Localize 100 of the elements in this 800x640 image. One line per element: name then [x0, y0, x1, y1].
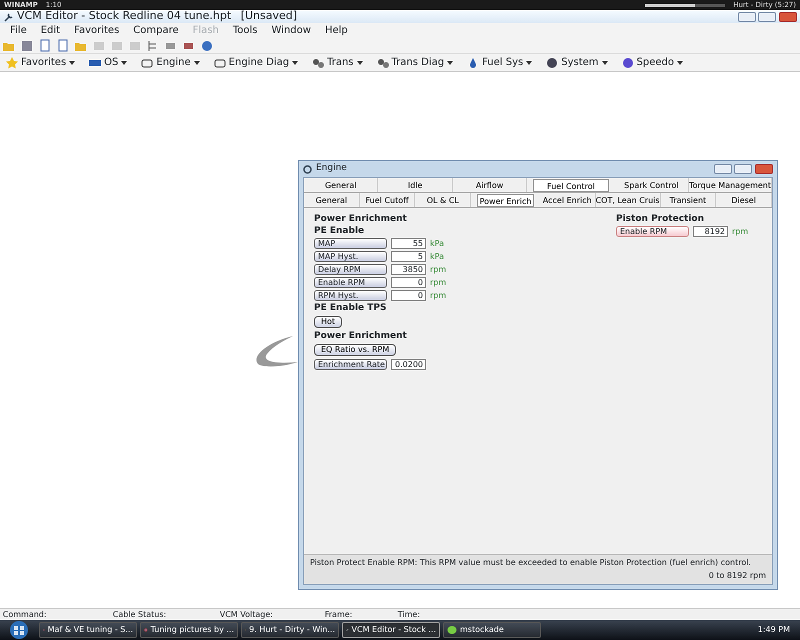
value-field[interactable]: 0	[391, 290, 426, 301]
tab[interactable]: Transient	[660, 193, 716, 207]
minimize-button[interactable]	[714, 164, 732, 174]
value-field[interactable]: 8192	[693, 226, 728, 237]
caret-icon[interactable]	[526, 60, 532, 64]
caret-icon[interactable]	[447, 60, 454, 64]
value-field[interactable]: 5	[391, 251, 426, 262]
status-label: VCM Voltage:	[218, 608, 274, 620]
tab[interactable]: Fuel Cutoff	[360, 193, 416, 207]
section-heading: PE Enable	[314, 226, 366, 236]
clock: 1:49 PM	[758, 624, 791, 636]
value-field[interactable]: 0.0200	[391, 359, 426, 370]
status-label: Cable Status:	[112, 608, 168, 620]
unsaved-label: [Unsaved]	[240, 8, 298, 24]
caret-icon[interactable]	[356, 60, 363, 64]
tab[interactable]: General	[304, 178, 378, 192]
section-heading: Power Enrichment	[314, 331, 408, 341]
taskbar-button[interactable]: VCM Editor - Stock ...	[342, 622, 440, 638]
minimize-button[interactable]	[738, 12, 756, 22]
field-label: RPM Hyst.	[314, 290, 387, 301]
menu-item[interactable]: Help	[318, 23, 355, 38]
range-text: 0 to 8192 rpm	[708, 570, 766, 582]
toolbar-menu[interactable]: Speedo	[636, 55, 674, 70]
table-button[interactable]: Hot	[314, 316, 342, 328]
caret-icon[interactable]	[292, 60, 298, 64]
status-label: Time:	[396, 608, 422, 620]
seek-bar[interactable]	[645, 4, 726, 6]
taskbar-label: 9. Hurt - Dirty - Win...	[249, 624, 335, 636]
close-button[interactable]	[779, 12, 797, 22]
tab[interactable]: Fuel Control	[533, 179, 609, 192]
taskbar-button[interactable]: Tuning pictures by ...	[140, 622, 238, 638]
section-heading: Piston Protection	[616, 214, 706, 224]
unit-label: rpm	[732, 226, 748, 238]
value-field[interactable]: 55	[391, 238, 426, 249]
tab[interactable]: Airflow	[452, 178, 528, 192]
tab[interactable]: Spark Control	[614, 178, 690, 192]
maximize-button[interactable]	[734, 164, 752, 174]
toolbar-menu[interactable]: Trans Diag	[392, 55, 444, 70]
menu-item[interactable]: Window	[264, 23, 318, 38]
unit-label: kPa	[430, 238, 444, 250]
tab[interactable]: Idle	[378, 178, 453, 192]
wrench-icon	[3, 12, 13, 22]
status-label: Command:	[2, 608, 48, 620]
section-heading: PE Enable TPS	[314, 303, 388, 313]
unit-label: kPa	[430, 250, 444, 262]
taskbar-label: mstockade	[460, 624, 504, 636]
taskbar-button[interactable]: Maf & VE tuning - S...	[39, 622, 137, 638]
toolbar-menu[interactable]: System	[561, 55, 599, 70]
menu-item[interactable]: Compare	[126, 23, 186, 38]
caret-icon[interactable]	[602, 60, 608, 64]
toolbar-menu[interactable]: Trans	[327, 55, 354, 70]
chat-icon	[447, 625, 457, 635]
caret-icon[interactable]	[194, 60, 200, 64]
tab[interactable]: General	[304, 193, 360, 207]
caret-icon[interactable]	[121, 60, 128, 64]
help-text: Piston Protect Enable RPM: This RPM value must be exceeded to enable Piston Protection (fuel enrich) control.	[310, 557, 752, 569]
section-heading: Power Enrichment	[314, 214, 408, 224]
toolbar-menu[interactable]: Engine	[156, 55, 191, 70]
unit-label: rpm	[430, 276, 446, 288]
taskbar-label: VCM Editor - Stock ...	[352, 624, 436, 636]
menu-item[interactable]: Favorites	[67, 23, 126, 38]
window-title: VCM Editor - Stock Redline 04 tune.hpt	[17, 8, 232, 24]
tab[interactable]: OL & CL	[415, 193, 472, 207]
document-icon[interactable]	[56, 38, 70, 52]
menu-item[interactable]: Tools	[226, 23, 265, 38]
toolbar-menu[interactable]: OS	[104, 55, 118, 70]
menu-item[interactable]: Edit	[34, 23, 68, 38]
maximize-button[interactable]	[758, 12, 776, 22]
window-title: Engine	[316, 162, 347, 176]
status-label: Frame:	[324, 608, 354, 620]
taskbar-button[interactable]: 9. Hurt - Dirty - Win...	[241, 622, 339, 638]
gears-icon	[376, 56, 389, 68]
caret-icon[interactable]	[676, 60, 683, 64]
tab[interactable]: Accel Enrich	[540, 193, 596, 207]
tab[interactable]: COT, Lean Cruis	[596, 193, 661, 207]
menu-item[interactable]: File	[3, 23, 34, 38]
tab[interactable]: Diesel	[716, 193, 772, 207]
info-icon[interactable]	[200, 38, 214, 52]
unit-label: rpm	[430, 264, 446, 276]
table-button[interactable]: EQ Ratio vs. RPM	[314, 344, 396, 356]
ball-icon	[622, 56, 634, 68]
value-field[interactable]: 3850	[391, 264, 426, 275]
caret-icon[interactable]	[69, 60, 76, 64]
tab[interactable]: Power Enrich	[477, 194, 534, 207]
document-icon[interactable]	[38, 38, 52, 52]
taskbar-label: Maf & VE tuning - S...	[48, 624, 133, 636]
value-field[interactable]: 0	[391, 277, 426, 288]
field-label: MAP	[314, 238, 387, 249]
field-label: Delay RPM	[314, 264, 387, 275]
toolbar-menu[interactable]: Fuel Sys	[482, 55, 524, 70]
taskbar-label: Tuning pictures by ...	[150, 624, 234, 636]
taskbar-button[interactable]: mstockade	[443, 622, 541, 638]
toolbar-menu[interactable]: Favorites	[21, 55, 66, 70]
field-label: MAP Hyst.	[314, 251, 387, 262]
field-label: Enable RPM	[314, 277, 387, 288]
tab[interactable]: Torque Management	[689, 178, 772, 192]
toolbar-menu[interactable]: Engine Diag	[228, 55, 290, 70]
star-icon	[6, 56, 18, 68]
gears-icon	[312, 56, 324, 68]
field-label: Enable RPM	[616, 226, 689, 237]
